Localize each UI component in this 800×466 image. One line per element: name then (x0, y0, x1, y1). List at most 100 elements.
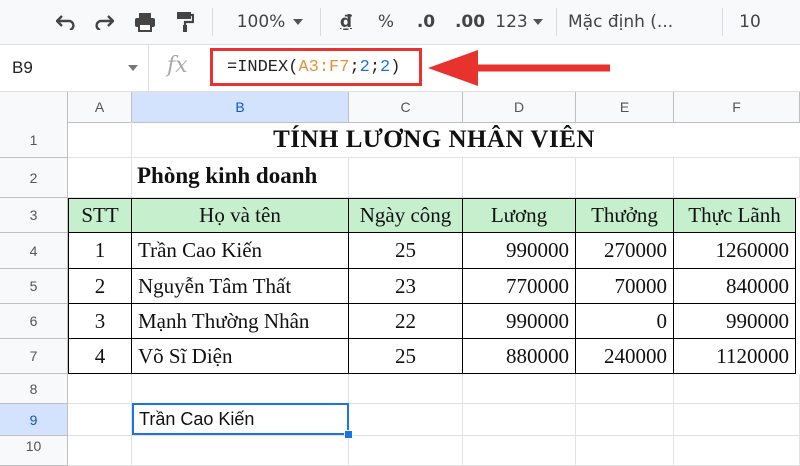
column-header-b[interactable]: B (132, 92, 349, 122)
empty-cell[interactable] (349, 404, 463, 436)
paint-format-icon (177, 12, 194, 32)
name-box-value: B9 (12, 58, 33, 77)
currency-format-button[interactable]: ₫ (332, 8, 360, 36)
empty-cell[interactable] (576, 436, 674, 466)
row-header-2[interactable]: 2 (0, 158, 68, 198)
cell-days[interactable]: 23 (349, 269, 463, 304)
undo-button[interactable] (52, 8, 82, 36)
formula-text: =INDEX(A3:F7;2;2) (227, 58, 400, 77)
sheet-title: TÍNH LƯƠNG NHÂN VIÊN (273, 126, 595, 153)
cell-net[interactable]: 1120000 (674, 339, 796, 374)
cell-stt[interactable]: 1 (68, 233, 132, 269)
cell-stt[interactable]: 4 (68, 339, 132, 374)
cell-stt[interactable]: 3 (68, 304, 132, 339)
cell-name[interactable]: Võ Sĩ Diện (132, 339, 349, 374)
header-bonus[interactable]: Thưởng (576, 198, 674, 233)
formula-sep: ; (369, 58, 381, 77)
cell-stt[interactable]: 2 (68, 269, 132, 304)
empty-cell[interactable] (576, 404, 674, 436)
empty-cell[interactable] (674, 158, 800, 198)
fill-handle[interactable] (344, 430, 353, 439)
more-formats-button[interactable]: 123 (494, 8, 544, 36)
header-name[interactable]: Họ và tên (132, 198, 349, 233)
empty-cell[interactable] (576, 158, 674, 198)
select-all-corner[interactable] (0, 92, 68, 122)
formula-input[interactable]: =INDEX(A3:F7;2;2) (210, 48, 422, 86)
empty-cell[interactable] (68, 374, 132, 404)
decrease-decimal-button[interactable]: .0 (408, 8, 444, 36)
column-header-c[interactable]: C (349, 92, 463, 122)
column-header-d[interactable]: D (463, 92, 576, 122)
empty-cell[interactable] (132, 374, 349, 404)
cell-days[interactable]: 25 (349, 233, 463, 269)
print-button[interactable] (130, 8, 160, 36)
redo-icon (95, 15, 114, 30)
cell-bonus[interactable]: 0 (576, 304, 674, 339)
column-header-bar: A B C D E F (0, 92, 800, 123)
empty-cell[interactable] (349, 374, 463, 404)
empty-cell[interactable] (68, 158, 132, 198)
percent-format-button[interactable]: % (372, 8, 400, 36)
row-header-3[interactable]: 3 (0, 198, 68, 233)
chevron-down-icon (293, 19, 304, 25)
selected-cell-b9[interactable]: Trần Cao Kiến (132, 403, 349, 435)
formula-row-arg: 2 (359, 58, 370, 77)
empty-cell[interactable] (576, 374, 674, 404)
row-header-9[interactable]: 9 (0, 404, 68, 436)
header-stt[interactable]: STT (68, 198, 132, 233)
column-header-f[interactable]: F (674, 92, 800, 122)
empty-cell[interactable] (674, 404, 800, 436)
chevron-down-icon (532, 19, 543, 25)
cell-salary[interactable]: 770000 (463, 269, 576, 304)
font-family-select[interactable]: Mặc định (... (568, 8, 708, 36)
undo-icon (56, 15, 75, 30)
column-header-a[interactable]: A (68, 92, 132, 122)
font-size-input[interactable]: 10 (730, 8, 770, 36)
empty-cell[interactable] (674, 374, 800, 404)
header-salary[interactable]: Lương (463, 198, 576, 233)
empty-cell[interactable] (463, 374, 576, 404)
cell-salary[interactable]: 880000 (463, 339, 576, 374)
empty-cell[interactable] (463, 436, 576, 466)
empty-cell[interactable] (68, 436, 132, 466)
increase-decimal-button[interactable]: .00 (450, 8, 490, 36)
row-header-10[interactable]: 10 (0, 436, 68, 466)
row-header-5[interactable]: 5 (0, 269, 68, 304)
empty-cell[interactable] (132, 436, 349, 466)
cell-net[interactable]: 1260000 (674, 233, 796, 269)
cell-salary[interactable]: 990000 (463, 233, 576, 269)
zoom-value: 100% (236, 12, 286, 32)
formula-col-arg: 2 (380, 58, 391, 77)
column-header-e[interactable]: E (576, 92, 674, 122)
cell-bonus[interactable]: 70000 (576, 269, 674, 304)
cell-name[interactable]: Mạnh Thường Nhân (132, 304, 349, 339)
empty-cell[interactable] (68, 404, 132, 436)
empty-cell[interactable] (349, 436, 463, 466)
cell-bonus[interactable]: 270000 (576, 233, 674, 269)
empty-cell[interactable] (674, 436, 800, 466)
name-box[interactable]: B9 (0, 45, 149, 91)
sheet-subtitle: Phòng kinh doanh (137, 163, 318, 188)
header-net[interactable]: Thực Lãnh (674, 198, 796, 233)
zoom-select[interactable]: 100% (230, 8, 310, 36)
row-header-4[interactable]: 4 (0, 233, 68, 269)
cell-days[interactable]: 22 (349, 304, 463, 339)
header-days[interactable]: Ngày công (349, 198, 463, 233)
empty-cell[interactable] (463, 404, 576, 436)
row-header-8[interactable]: 8 (0, 374, 68, 404)
cell-net[interactable]: 840000 (674, 269, 796, 304)
empty-cell[interactable] (463, 158, 576, 198)
empty-cell[interactable] (349, 158, 463, 198)
row-header-6[interactable]: 6 (0, 304, 68, 339)
row-header-1[interactable]: 1 (0, 122, 68, 158)
cell-name[interactable]: Trần Cao Kiến (132, 233, 349, 269)
cell-days[interactable]: 25 (349, 339, 463, 374)
cell-salary[interactable]: 990000 (463, 304, 576, 339)
cell-bonus[interactable]: 240000 (576, 339, 674, 374)
row-header-7[interactable]: 7 (0, 339, 68, 374)
cell-name[interactable]: Nguyễn Tâm Thất (132, 269, 349, 304)
formula-prefix: =INDEX( (227, 58, 299, 77)
redo-button[interactable] (88, 8, 118, 36)
paint-format-button[interactable] (170, 8, 200, 36)
cell-net[interactable]: 990000 (674, 304, 796, 339)
